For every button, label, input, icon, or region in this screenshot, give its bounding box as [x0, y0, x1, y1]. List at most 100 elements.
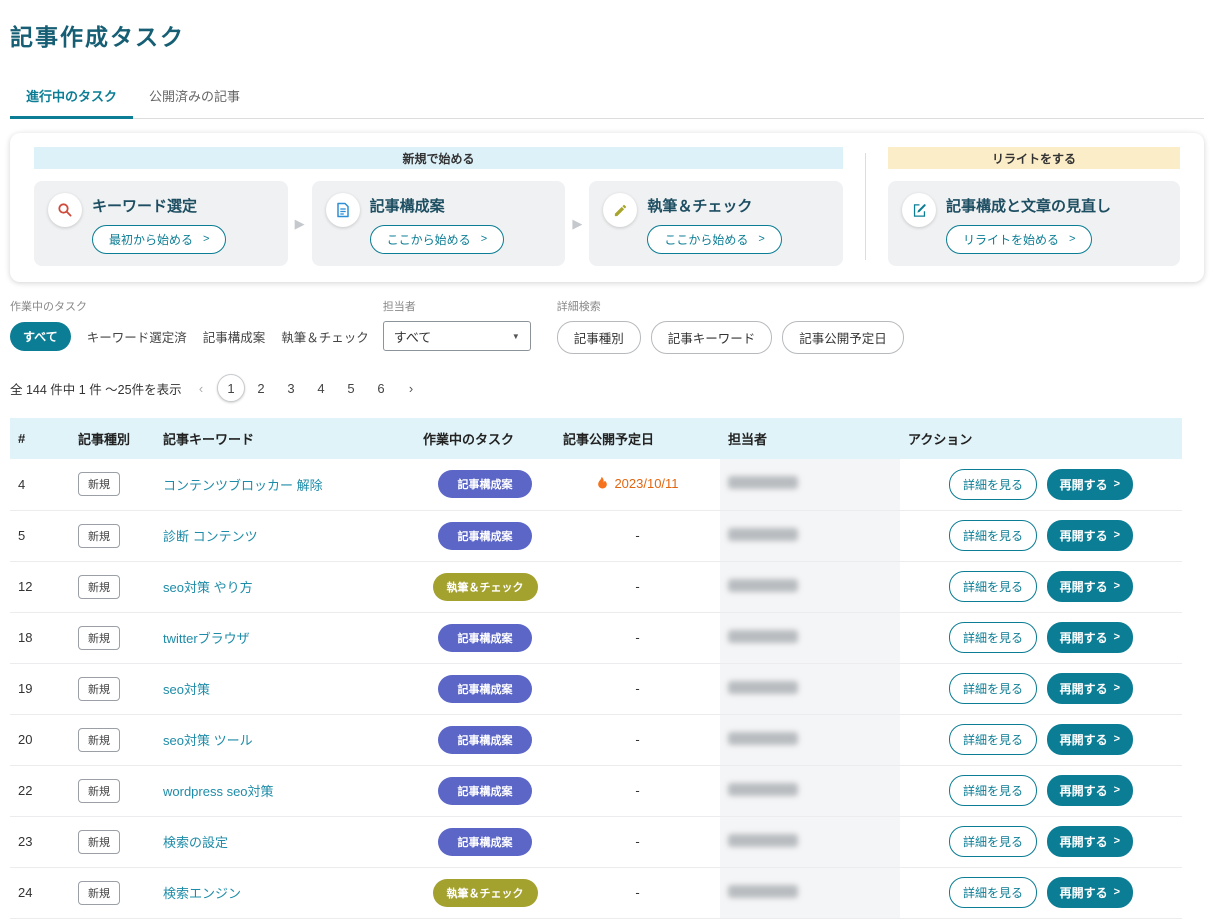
resume-button-label: 再開する	[1059, 477, 1108, 492]
chevron-right-icon: >	[1113, 580, 1121, 592]
resume-button[interactable]: 再開する >	[1046, 571, 1134, 602]
chevron-right-icon: >	[1113, 835, 1121, 847]
start-structure-button[interactable]: ここから始める >	[369, 225, 505, 254]
page-button-2[interactable]: 2	[247, 374, 275, 402]
resume-button-label: 再開する	[1059, 580, 1108, 594]
chevron-right-icon: >	[758, 233, 765, 245]
detail-button[interactable]: 詳細を見る	[948, 468, 1037, 500]
resume-button[interactable]: 再開する >	[1046, 775, 1134, 806]
detail-button[interactable]: 詳細を見る	[948, 673, 1037, 704]
table-row: 22 新規 wordpress seo対策 記事構成案 - 詳細を見る 再開する…	[10, 765, 1182, 817]
article-keyword-link[interactable]: 診断 コンテンツ	[163, 529, 258, 544]
column-header-keyword: 記事キーワード	[155, 418, 415, 459]
page-button-6[interactable]: 6	[367, 374, 395, 402]
detail-button[interactable]: 詳細を見る	[948, 622, 1037, 653]
article-type-badge: 新規	[78, 727, 120, 752]
task-badge: 記事構成案	[438, 674, 532, 703]
detail-button[interactable]: 詳細を見る	[948, 571, 1037, 602]
detail-button[interactable]: 詳細を見る	[948, 724, 1037, 755]
article-keyword-link[interactable]: 検索の設定	[163, 835, 228, 850]
article-keyword-link[interactable]: seo対策	[163, 682, 210, 697]
resume-button[interactable]: 再開する >	[1046, 622, 1134, 653]
filter-article-type-button[interactable]: 記事種別	[556, 321, 641, 354]
article-keyword-link[interactable]: twitterブラウザ	[163, 631, 250, 646]
article-type-badge: 新規	[78, 829, 120, 854]
detail-button[interactable]: 詳細を見る	[948, 775, 1037, 806]
row-number: 18	[10, 612, 70, 664]
row-number: 4	[10, 459, 70, 511]
article-keyword-link[interactable]: コンテンツブロッカー 解除	[163, 478, 323, 493]
page-button-1[interactable]: 1	[217, 374, 245, 402]
article-type-badge: 新規	[78, 880, 120, 905]
assignee-select[interactable]: すべて ▼	[382, 321, 531, 351]
resume-button[interactable]: 再開する >	[1046, 724, 1134, 755]
detail-button[interactable]: 詳細を見る	[948, 520, 1037, 551]
resume-button[interactable]: 再開する >	[1046, 826, 1134, 857]
filter-article-keyword-button[interactable]: 記事キーワード	[650, 321, 773, 354]
assignee-name-blurred	[728, 833, 798, 847]
task-badge: 記事構成案	[438, 623, 532, 652]
article-type-badge: 新規	[78, 676, 120, 701]
tab-in-progress[interactable]: 進行中のタスク	[10, 76, 134, 119]
table-row: 20 新規 seo対策 ツール 記事構成案 - 詳細を見る 再開する >	[10, 714, 1182, 766]
filter-chip-keyword-selected[interactable]: キーワード選定済	[87, 327, 187, 346]
task-badge: 記事構成案	[438, 827, 532, 856]
table-row: 5 新規 診断 コンテンツ 記事構成案 - 詳細を見る 再開する >	[10, 510, 1182, 562]
resume-button[interactable]: 再開する >	[1046, 877, 1134, 908]
step-title: 執筆＆チェック	[647, 198, 753, 215]
button-label: ここから始める	[386, 233, 471, 247]
table-row: 23 新規 検索の設定 記事構成案 - 詳細を見る 再開する >	[10, 816, 1182, 868]
filter-chip-writing-check[interactable]: 執筆＆チェック	[281, 327, 369, 346]
publish-date-cell: -	[555, 867, 720, 919]
step-keyword-selection: キーワード選定 最初から始める >	[34, 181, 288, 266]
publish-date: -	[635, 579, 640, 594]
column-header-publish-date: 記事公開予定日	[555, 418, 720, 459]
detail-button[interactable]: 詳細を見る	[948, 877, 1037, 908]
page-button-4[interactable]: 4	[307, 374, 335, 402]
chevron-right-icon: >	[1113, 682, 1121, 694]
start-writing-button[interactable]: ここから始める >	[647, 225, 782, 254]
article-keyword-link[interactable]: seo対策 やり方	[163, 580, 253, 595]
next-page-icon[interactable]: ›	[397, 374, 425, 402]
flame-icon	[596, 475, 609, 493]
workflow-card: 新規で始める キーワード選定 最初から始める > ▶ 記事構成案 ここから始める…	[10, 133, 1204, 282]
table-header-row: # 記事種別 記事キーワード 作業中のタスク 記事公開予定日 担当者 アクション	[10, 418, 1182, 459]
article-keyword-link[interactable]: wordpress seo対策	[163, 784, 274, 799]
prev-page-icon[interactable]: ‹	[187, 374, 215, 402]
task-badge: 記事構成案	[438, 725, 532, 754]
pencil-icon	[603, 193, 638, 227]
chevron-right-icon: >	[203, 233, 210, 245]
detail-button[interactable]: 詳細を見る	[948, 826, 1037, 857]
pagination: ‹ 1 2 3 4 5 6 ›	[186, 374, 426, 402]
filter-chip-structure[interactable]: 記事構成案	[203, 327, 266, 346]
resume-button-label: 再開する	[1059, 682, 1108, 696]
assignee-name-blurred	[728, 782, 798, 796]
start-from-beginning-button[interactable]: 最初から始める >	[92, 225, 227, 254]
publish-date: -	[635, 732, 640, 747]
rewrite-title: 記事構成と文章の見直し	[946, 198, 1112, 215]
step-article-structure: 記事構成案 ここから始める >	[311, 181, 566, 266]
resume-button[interactable]: 再開する >	[1046, 673, 1134, 704]
detail-button-label: 詳細を見る	[962, 784, 1023, 798]
article-keyword-link[interactable]: seo対策 ツール	[163, 733, 253, 748]
tab-published[interactable]: 公開済みの記事	[133, 76, 256, 118]
filter-publish-date-button[interactable]: 記事公開予定日	[782, 321, 904, 354]
start-rewrite-button[interactable]: リライトを始める >	[946, 225, 1093, 254]
filter-chip-all[interactable]: すべて	[10, 321, 71, 351]
resume-button[interactable]: 再開する >	[1046, 520, 1134, 551]
button-label: ここから始める	[664, 233, 749, 247]
task-table: # 記事種別 記事キーワード 作業中のタスク 記事公開予定日 担当者 アクション…	[10, 418, 1182, 919]
page-button-5[interactable]: 5	[337, 374, 365, 402]
page-title: 記事作成タスク	[10, 24, 185, 50]
task-table-body: 4 新規 コンテンツブロッカー 解除 記事構成案 2023/10/11 詳細を見…	[10, 459, 1182, 919]
column-header-assignee: 担当者	[720, 418, 900, 459]
resume-button-label: 再開する	[1059, 835, 1108, 849]
document-icon	[325, 193, 360, 227]
new-start-band: 新規で始める	[34, 147, 843, 169]
publish-date-cell: -	[555, 765, 720, 817]
page-button-3[interactable]: 3	[277, 374, 305, 402]
resume-button-label: 再開する	[1059, 529, 1108, 543]
table-row: 18 新規 twitterブラウザ 記事構成案 - 詳細を見る 再開する >	[10, 612, 1182, 664]
resume-button[interactable]: 再開する >	[1046, 468, 1134, 500]
article-keyword-link[interactable]: 検索エンジン	[163, 886, 241, 901]
